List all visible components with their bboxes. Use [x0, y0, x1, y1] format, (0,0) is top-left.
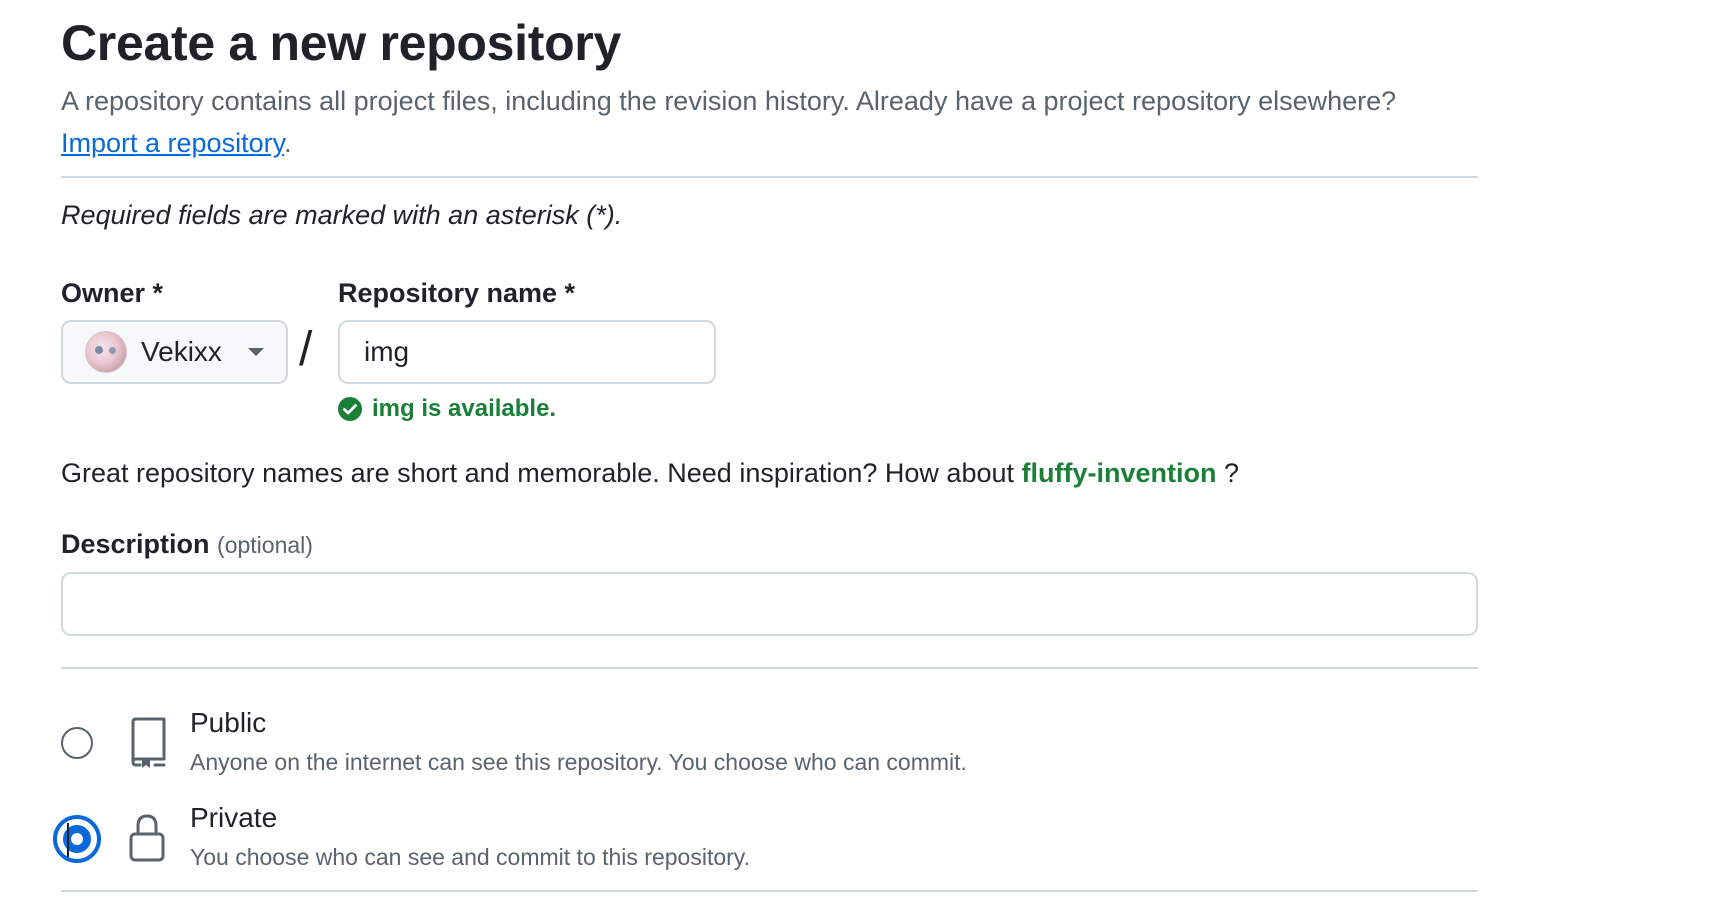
check-circle-fill-icon: [338, 397, 362, 421]
visibility-option-private[interactable]: Private You choose who can see and commi…: [53, 802, 1161, 882]
page-subtitle: A repository contains all project files,…: [61, 86, 1397, 116]
owner-name: Vekixx: [141, 336, 222, 367]
availability-text: img is available.: [372, 395, 557, 422]
repository-name-input[interactable]: [338, 320, 716, 384]
divider: [61, 176, 1478, 178]
owner-select[interactable]: Vekixx: [61, 320, 288, 384]
owner-label: Owner *: [61, 278, 164, 308]
visibility-option-public[interactable]: Public Anyone on the internet can see th…: [61, 707, 1161, 787]
name-suggestion: Great repository names are short and mem…: [61, 458, 1239, 489]
required-fields-note: Required fields are marked with an aster…: [61, 200, 623, 230]
page-title: Create a new repository: [61, 15, 621, 71]
caret-down-icon: [247, 348, 264, 356]
private-radio[interactable]: [53, 815, 101, 863]
repo-icon: [131, 717, 166, 768]
import-line: Import a repository.: [61, 124, 292, 162]
suggestion-suffix: ?: [1224, 458, 1240, 488]
private-title: Private: [190, 802, 278, 833]
repository-name-label: Repository name *: [338, 278, 576, 308]
public-description: Anyone on the internet can see this repo…: [190, 749, 967, 775]
public-title: Public: [190, 707, 267, 738]
import-repository-link[interactable]: Import a repository: [61, 128, 284, 158]
owner-repo-separator: /: [299, 323, 313, 376]
description-input[interactable]: [61, 572, 1478, 636]
description-label-text: Description: [61, 529, 210, 559]
availability-message: img is available.: [338, 395, 556, 423]
private-description: You choose who can see and commit to thi…: [190, 844, 750, 870]
description-label: Description (optional): [61, 529, 313, 560]
lock-icon: [129, 814, 165, 862]
suggested-name-link[interactable]: fluffy-invention: [1022, 458, 1217, 488]
owner-avatar: [85, 331, 127, 373]
public-radio[interactable]: [61, 727, 93, 759]
import-suffix: .: [284, 128, 292, 158]
divider: [61, 667, 1478, 669]
description-optional-hint: (optional): [217, 532, 313, 558]
suggestion-prefix: Great repository names are short and mem…: [61, 458, 1014, 488]
divider: [61, 890, 1478, 892]
